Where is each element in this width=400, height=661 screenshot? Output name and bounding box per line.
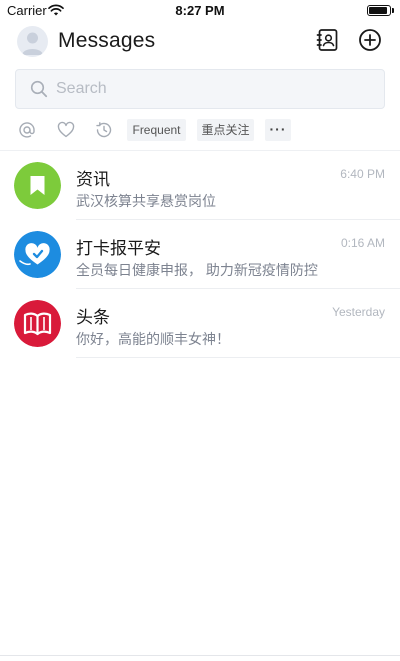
message-list: 资讯 武汉核算共享悬赏岗位 6:40 PM 打卡报平安 全员每日健康申报， 助力… [0,151,400,358]
divider [76,357,400,358]
message-title: 资讯 [76,170,110,189]
filter-frequent[interactable]: Frequent [127,119,186,141]
filter-row: Frequent 重点关注 ··· [0,117,400,143]
message-title: 打卡报平安 [76,239,161,258]
more-filters-button[interactable]: ··· [265,119,291,141]
header: Messages [0,22,400,62]
status-bar: Carrier 8:27 PM [0,0,400,22]
heart-icon[interactable] [57,121,75,139]
message-time: 6:40 PM [340,167,385,181]
plus-circle-icon [358,29,382,56]
message-preview: 你好，高能的顺丰女神！ [76,331,230,347]
battery-cap [392,8,394,13]
bottom-divider [0,655,400,656]
message-title: 头条 [76,308,110,327]
message-time: 0:16 AM [340,236,385,250]
message-preview: 武汉核算共享悬赏岗位 [76,193,216,209]
status-time: 8:27 PM [175,3,225,18]
message-item[interactable]: 资讯 武汉核算共享悬赏岗位 6:40 PM [0,151,400,220]
search-input[interactable] [56,70,376,108]
page-title: Messages [58,29,156,52]
battery-level [369,7,387,14]
at-mention-icon[interactable] [18,121,36,139]
battery-icon [367,5,391,16]
heart-check-icon [14,231,61,278]
contacts-book-icon [316,29,340,56]
message-time: Yesterday [332,305,385,319]
open-book-icon [14,300,61,347]
search-bar[interactable] [15,69,385,109]
add-button[interactable] [358,28,382,52]
contacts-button[interactable] [316,28,340,52]
filter-focus[interactable]: 重点关注 [197,119,254,141]
message-preview: 全员每日健康申报， 助力新冠疫情防控 [76,262,318,278]
user-avatar-icon[interactable] [17,26,48,57]
history-icon[interactable] [95,121,113,139]
search-icon [30,80,48,103]
bookmark-icon [14,162,61,209]
message-item[interactable]: 头条 你好，高能的顺丰女神！ Yesterday [0,289,400,358]
message-item[interactable]: 打卡报平安 全员每日健康申报， 助力新冠疫情防控 0:16 AM [0,220,400,289]
